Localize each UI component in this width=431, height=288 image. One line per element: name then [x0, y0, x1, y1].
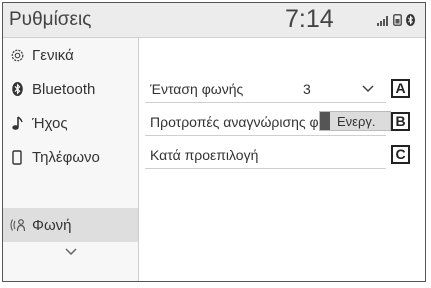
- settings-screen: Ρυθμίσεις 7:14 Γενικά Bluetooth Ήχος Τηλ…: [2, 2, 426, 282]
- voice-prompts-toggle[interactable]: Ενεργ.: [319, 111, 391, 131]
- settings-list: Ένταση φωνής 3 Προτροπές αναγνώρισης φων…: [139, 38, 425, 281]
- callout-a: A: [391, 79, 410, 98]
- gear-icon: [8, 48, 26, 63]
- callout-c: C: [391, 145, 410, 164]
- chevron-down-icon[interactable]: [63, 245, 79, 257]
- voice-volume-label: Ένταση φωνής: [150, 81, 244, 97]
- page-title: Ρυθμίσεις: [9, 9, 92, 30]
- sidebar-item-label: Τηλέφωνο: [32, 148, 100, 166]
- sidebar-item-phone[interactable]: Τηλέφωνο: [3, 140, 138, 174]
- clock: 7:14: [285, 5, 334, 33]
- default-settings-row[interactable]: Κατά προεπιλογή: [145, 141, 386, 169]
- signal-icon: [377, 16, 388, 26]
- status-icons: [377, 14, 415, 26]
- default-settings-label: Κατά προεπιλογή: [150, 147, 259, 163]
- sidebar-item-bluetooth[interactable]: Bluetooth: [3, 72, 138, 106]
- sidebar-item-label: Γενικά: [32, 46, 74, 64]
- voice-volume-row[interactable]: Ένταση φωνής 3: [145, 75, 386, 103]
- sidebar-item-sound[interactable]: Ήχος: [3, 106, 138, 140]
- voice-prompts-row[interactable]: Προτροπές αναγνώρισης φωνής Ενεργ.: [145, 108, 391, 136]
- callout-b: B: [391, 112, 410, 131]
- phone-battery-icon: [393, 14, 402, 26]
- dropdown-arrow-icon[interactable]: [362, 85, 374, 93]
- sidebar-item-label: Φωνή: [32, 216, 72, 234]
- sidebar-item-voice[interactable]: Φωνή: [3, 208, 138, 242]
- toggle-knob: [320, 112, 330, 130]
- sidebar: Γενικά Bluetooth Ήχος Τηλέφωνο Φωνή: [3, 38, 139, 281]
- voice-icon: [8, 218, 26, 232]
- toggle-state: Ενεργ.: [337, 114, 376, 129]
- sidebar-item-general[interactable]: Γενικά: [3, 38, 138, 72]
- music-note-icon: [8, 115, 26, 131]
- sidebar-item-label: Bluetooth: [32, 80, 96, 98]
- phone-icon: [8, 149, 26, 165]
- voice-volume-value: 3: [303, 81, 311, 97]
- header-bar: Ρυθμίσεις 7:14: [3, 3, 425, 38]
- bluetooth-icon: [8, 82, 26, 96]
- sidebar-item-label: Ήχος: [32, 114, 68, 132]
- bluetooth-status-icon: [406, 14, 415, 26]
